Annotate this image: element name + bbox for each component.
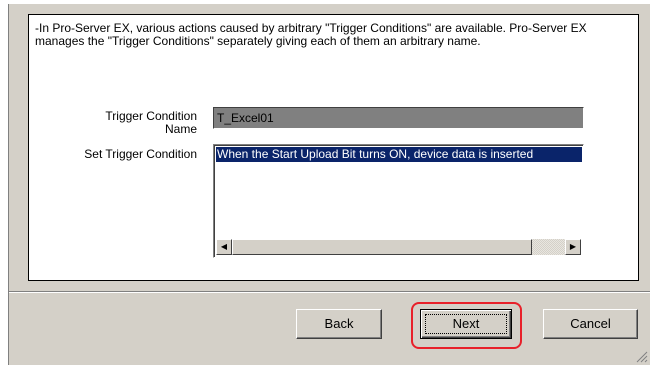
trigger-condition-list[interactable]: When the Start Upload Bit turns ON, devi… — [213, 144, 584, 258]
highlight-ring — [411, 302, 522, 349]
trigger-name-field[interactable]: T_Excel01 — [213, 107, 584, 129]
back-button[interactable]: Back — [296, 309, 382, 339]
scroll-right-arrow-icon[interactable]: ▶ — [565, 239, 581, 255]
list-item[interactable]: When the Start Upload Bit turns ON, devi… — [216, 147, 582, 162]
resize-grip-icon[interactable] — [636, 351, 648, 363]
horizontal-scrollbar[interactable]: ◀ ▶ — [216, 239, 581, 255]
scroll-left-arrow-icon[interactable]: ◀ — [216, 239, 232, 255]
content-panel: -In Pro-Server EX, various actions cause… — [28, 14, 639, 281]
trigger-name-label: Trigger Condition Name — [105, 109, 197, 136]
separator-highlight — [9, 292, 650, 293]
scrollbar-thumb[interactable] — [232, 239, 532, 255]
cancel-button[interactable]: Cancel — [543, 309, 638, 339]
description-text: -In Pro-Server EX, various actions cause… — [35, 21, 587, 48]
trigger-condition-label: Set Trigger Condition — [84, 147, 197, 161]
dialog-edge — [8, 4, 9, 365]
